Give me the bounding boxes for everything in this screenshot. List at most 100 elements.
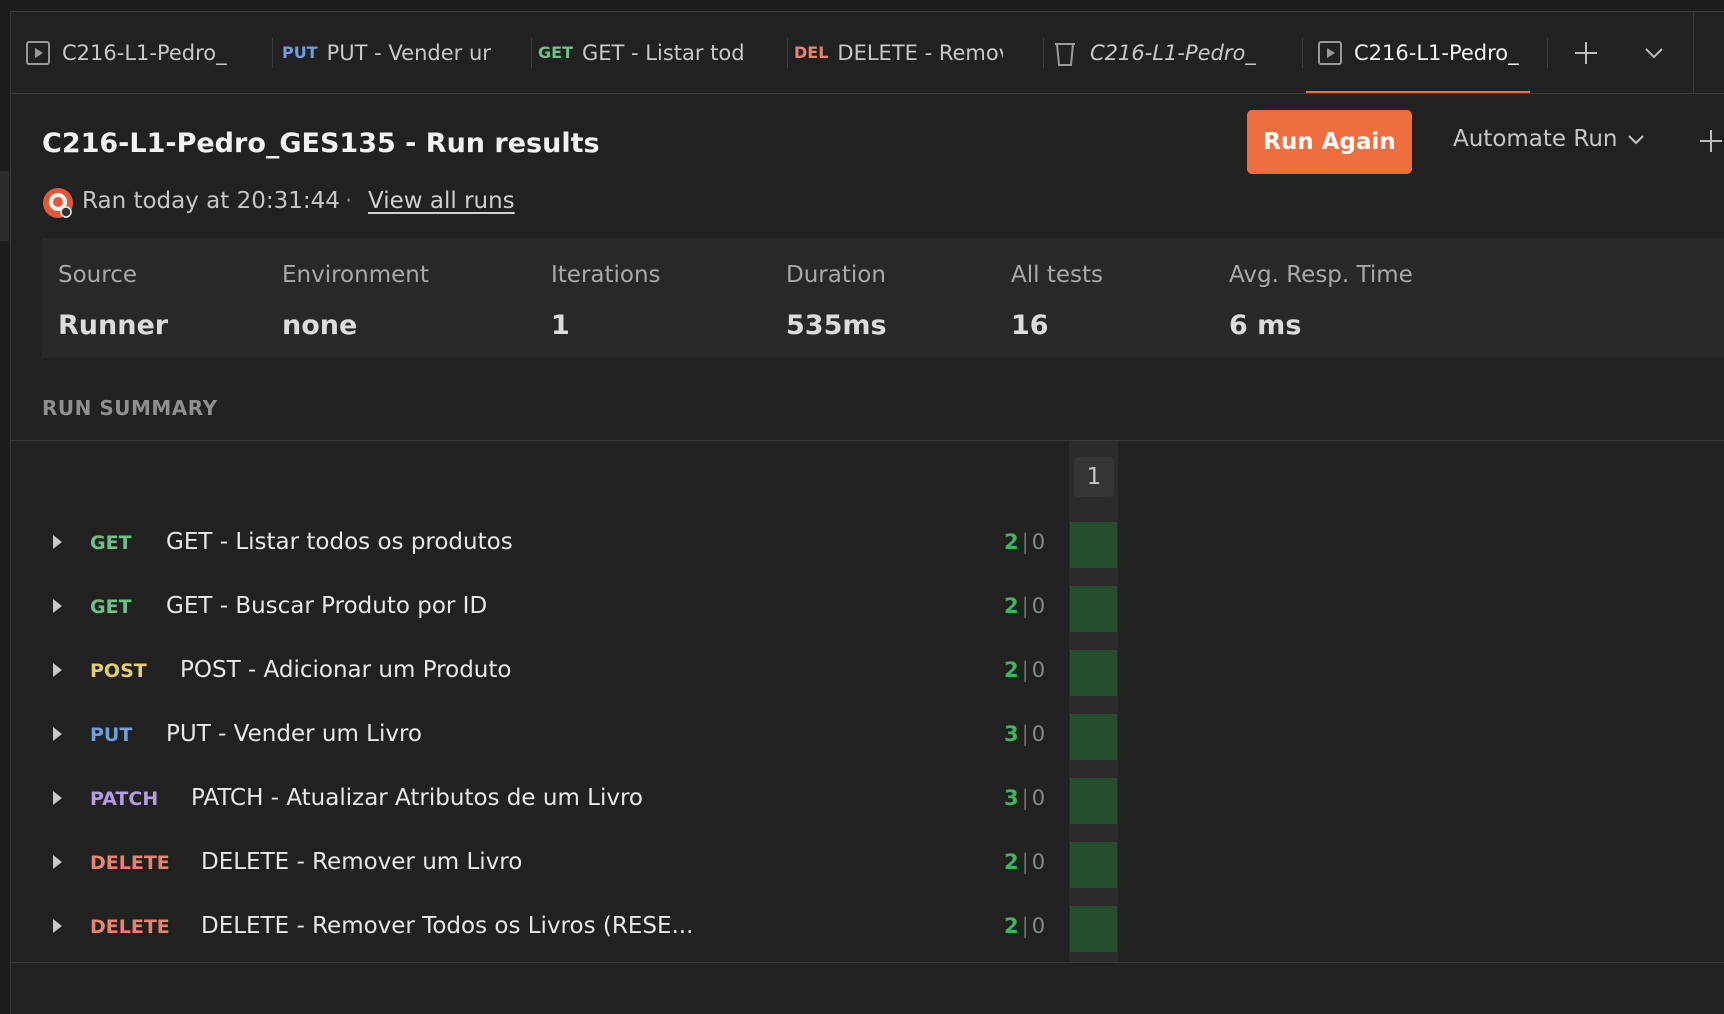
plus-icon [1575,41,1597,64]
passed-count: 2 [1004,658,1019,682]
passed-count: 2 [1004,530,1019,554]
chevron-down-icon [1628,134,1645,144]
test-counts: 2 | 0 [1004,850,1045,874]
failed-count: 0 [1031,786,1046,810]
automate-run-label: Automate Run [1453,126,1618,152]
iteration-result-cell[interactable] [1070,522,1117,568]
tab-overflow-button[interactable] [1624,12,1684,93]
tab-delete-request[interactable]: DEL DELETE - Remov [794,12,1044,93]
request-row[interactable]: PUT PUT - Vender um Livro 3 | 0 [11,705,1069,769]
tab-separator [1302,38,1303,68]
expand-caret-icon[interactable] [53,535,62,549]
stat-value: 535ms [786,310,887,341]
view-all-runs-link[interactable]: View all runs [368,188,515,214]
tab-separator [1547,38,1548,68]
count-separator: | [1021,530,1029,554]
request-row[interactable]: GET GET - Listar todos os produtos 2 | 0 [11,513,1069,577]
run-again-button[interactable]: Run Again [1247,110,1412,174]
iteration-result-cell[interactable] [1070,714,1117,760]
request-row[interactable]: PATCH PATCH - Atualizar Atributos de um L… [11,769,1069,833]
method-badge: GET [90,532,132,554]
passed-count: 2 [1004,914,1019,938]
failed-count: 0 [1031,850,1046,874]
test-counts: 2 | 0 [1004,530,1045,554]
passed-count: 3 [1004,786,1019,810]
divider [11,962,1724,963]
stat-environment: Environment none [282,262,429,341]
test-counts: 2 | 0 [1004,658,1045,682]
tab-put-request[interactable]: PUT PUT - Vender ur [282,12,532,93]
tab-get-request[interactable]: GET GET - Listar tod [538,12,788,93]
iteration-result-cell[interactable] [1070,906,1117,952]
request-name[interactable]: DELETE - Remover Todos os Livros (RESE..… [201,913,693,939]
request-row[interactable]: GET GET - Buscar Produto por ID 2 | 0 [11,577,1069,641]
iteration-header[interactable]: 1 [1074,457,1114,497]
request-name[interactable]: PATCH - Atualizar Atributos de um Livro [191,785,643,811]
trash-icon [1055,42,1075,66]
stat-value: Runner [58,310,169,341]
test-counts: 2 | 0 [1004,914,1045,938]
passed-count: 3 [1004,722,1019,746]
expand-caret-icon[interactable] [53,663,62,677]
tab-separator [787,38,788,68]
tab-runner-active[interactable]: C216-L1-Pedro_ [1306,12,1530,93]
passed-count: 2 [1004,594,1019,618]
method-badge: PATCH [90,788,159,810]
request-name[interactable]: POST - Adicionar um Produto [180,657,511,683]
stat-value: 6 ms [1229,310,1302,341]
stat-label: Iterations [551,262,661,288]
automate-run-dropdown[interactable]: Automate Run [1453,126,1645,152]
tab-bar: C216-L1-Pedro_ PUT PUT - Vender ur GET G… [11,12,1724,94]
expand-caret-icon[interactable] [53,791,62,805]
request-row[interactable]: DELETE DELETE - Remover Todos os Livros (… [11,897,1069,961]
run-timestamp: Ran today at 20:31:44 [82,188,340,214]
tab-label: DELETE - Remov [837,40,1004,65]
count-separator: | [1021,914,1029,938]
stat-value: 1 [551,310,570,341]
expand-caret-icon[interactable] [53,727,62,741]
iteration-result-cell[interactable] [1070,650,1117,696]
tab-separator [531,38,532,68]
request-row[interactable]: DELETE DELETE - Remover um Livro 2 | 0 [11,833,1069,897]
iteration-result-cell[interactable] [1070,842,1117,888]
failed-count: 0 [1031,594,1046,618]
request-name[interactable]: GET - Buscar Produto por ID [166,593,487,619]
tab-runner-1[interactable]: C216-L1-Pedro_ [26,12,273,93]
iteration-result-cell[interactable] [1070,778,1117,824]
stat-iterations: Iterations 1 [551,262,661,341]
sidebar-marker [0,171,9,241]
stat-source: Source Runner [58,262,168,341]
expand-caret-icon[interactable] [53,919,62,933]
stat-label: Duration [786,262,886,288]
method-badge: GET [90,596,132,618]
runner-icon [26,40,50,65]
add-button[interactable] [1698,128,1724,158]
method-badge: GET [538,43,573,62]
tab-label: GET - Listar tod [581,40,745,65]
request-row[interactable]: POST POST - Adicionar um Produto 2 | 0 [11,641,1069,705]
count-separator: | [1021,722,1029,746]
count-separator: | [1021,786,1029,810]
count-separator: | [1021,594,1029,618]
left-sidebar-edge [0,11,11,1014]
stat-label: Environment [282,262,429,288]
request-name[interactable]: GET - Listar todos os produtos [166,529,513,555]
failed-count: 0 [1031,914,1046,938]
page-title: C216-L1-Pedro_GES135 - Run results [42,128,600,159]
method-badge: POST [90,660,147,682]
avatar [43,188,73,218]
runner-icon [1318,40,1342,65]
new-tab-button[interactable] [1556,12,1616,93]
tab-label: C216-L1-Pedro_ [62,40,227,65]
request-name[interactable]: DELETE - Remover um Livro [201,849,522,875]
count-separator: | [1021,658,1029,682]
method-badge: DELETE [90,916,170,938]
request-name[interactable]: PUT - Vender um Livro [166,721,422,747]
test-counts: 3 | 0 [1004,722,1045,746]
expand-caret-icon[interactable] [53,599,62,613]
chevron-down-icon [1645,47,1663,58]
run-stats-panel: Source Runner Environment none Iteration… [42,238,1724,358]
iteration-result-cell[interactable] [1070,586,1117,632]
expand-caret-icon[interactable] [53,855,62,869]
tab-deleted-collection[interactable]: C216-L1-Pedro_ [1052,12,1303,93]
